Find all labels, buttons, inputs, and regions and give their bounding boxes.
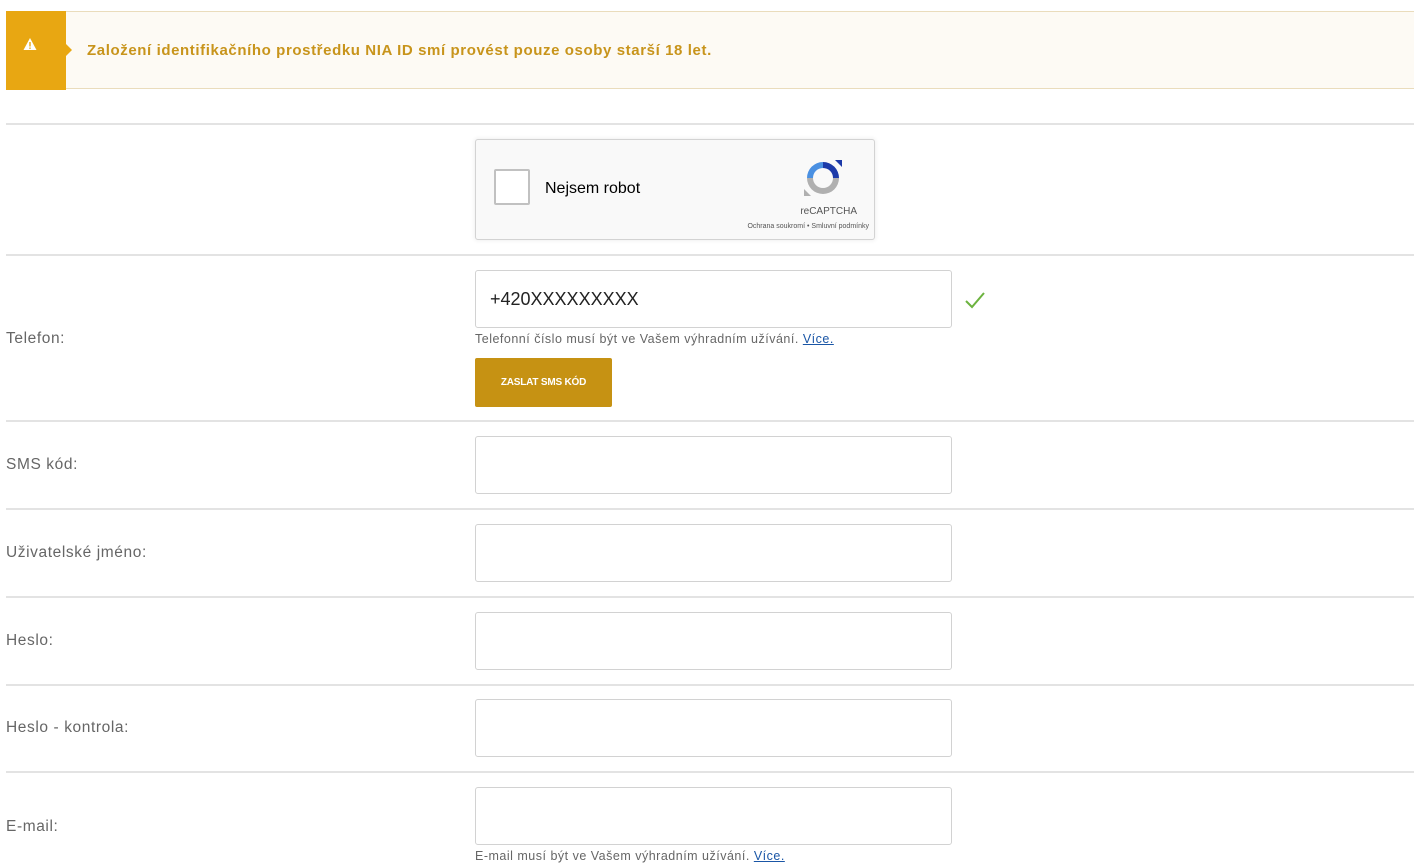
email-hint: E-mail musí být ve Vašem výhradním užívá… [475,849,785,863]
recaptcha-brand: reCAPTCHA [800,206,857,217]
email-hint-text: E-mail musí být ve Vašem výhradním užívá… [475,849,750,863]
password-input[interactable] [475,612,952,670]
recaptcha-logo-icon [804,160,842,196]
row-divider [6,123,1414,125]
recaptcha-terms-link[interactable]: Smluvní podmínky [811,223,869,230]
checkmark-icon [965,292,985,309]
password-confirm-label: Heslo - kontrola: [6,719,130,736]
row-divider [6,508,1414,510]
warning-icon [23,38,37,50]
row-divider [6,684,1414,686]
row-divider [6,596,1414,598]
phone-more-link[interactable]: Více. [803,332,834,346]
sms-code-input[interactable] [475,436,952,494]
recaptcha-checkbox[interactable] [494,169,530,205]
phone-input[interactable] [475,270,952,328]
username-input[interactable] [475,524,952,582]
email-more-link[interactable]: Více. [754,849,785,863]
send-sms-code-button[interactable]: ZASLAT SMS KÓD [475,358,612,407]
email-input[interactable] [475,787,952,845]
recaptcha-privacy-link[interactable]: Ochrana soukromí [747,223,805,230]
sms-code-label: SMS kód: [6,456,78,473]
phone-hint: Telefonní číslo musí být ve Vašem výhrad… [475,332,834,346]
row-divider [6,771,1414,773]
username-label: Uživatelské jméno: [6,544,147,561]
phone-hint-text: Telefonní číslo musí být ve Vašem výhrad… [475,332,799,346]
warning-text: Založení identifikačního prostředku NIA … [87,42,712,59]
age-warning-banner: Založení identifikačního prostředku NIA … [6,11,1414,90]
phone-label: Telefon: [6,330,66,347]
recaptcha-widget: Nejsem robot reCAPTCHA Ochrana soukromí … [475,139,875,240]
row-divider [6,420,1414,422]
email-label: E-mail: [6,818,59,835]
recaptcha-label: Nejsem robot [545,180,641,197]
password-confirm-input[interactable] [475,699,952,757]
warning-badge [6,11,72,90]
recaptcha-links: Ochrana soukromí • Smluvní podmínky [747,223,869,230]
password-label: Heslo: [6,632,54,649]
row-divider [6,254,1414,256]
